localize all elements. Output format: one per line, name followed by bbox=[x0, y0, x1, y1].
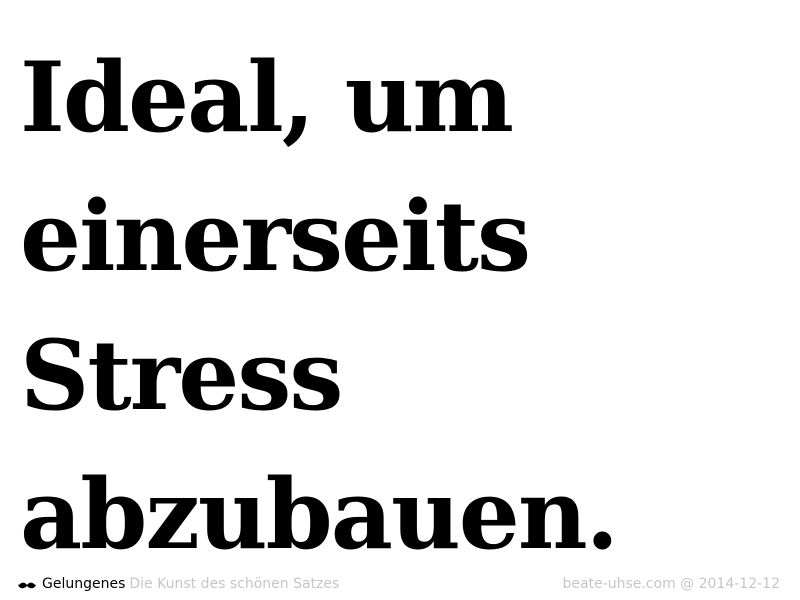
source-separator: @ bbox=[680, 576, 695, 592]
quote-line-2: einerseits bbox=[20, 180, 531, 293]
tagline: Die Kunst des schönen Satzes bbox=[129, 576, 340, 592]
brand: Gelungenes bbox=[18, 576, 129, 592]
source-link[interactable]: beate-uhse.com bbox=[562, 576, 675, 592]
quote-line-3: Stress bbox=[20, 319, 343, 432]
quote-text: Ideal, um einerseits Stress abzubauen. bbox=[20, 28, 790, 584]
footer: Gelungenes Die Kunst des schönen Satzes … bbox=[18, 574, 780, 594]
source-meta: beate-uhse.com @ 2014-12-12 bbox=[562, 576, 780, 592]
quote-line-1: Ideal, um bbox=[20, 41, 514, 154]
brand-name: Gelungenes bbox=[42, 576, 126, 592]
quote-line-4: abzubauen. bbox=[20, 458, 619, 571]
slide: Ideal, um einerseits Stress abzubauen. G… bbox=[0, 0, 800, 600]
publish-date: 2014-12-12 bbox=[698, 576, 780, 592]
mustache-icon bbox=[18, 579, 36, 589]
